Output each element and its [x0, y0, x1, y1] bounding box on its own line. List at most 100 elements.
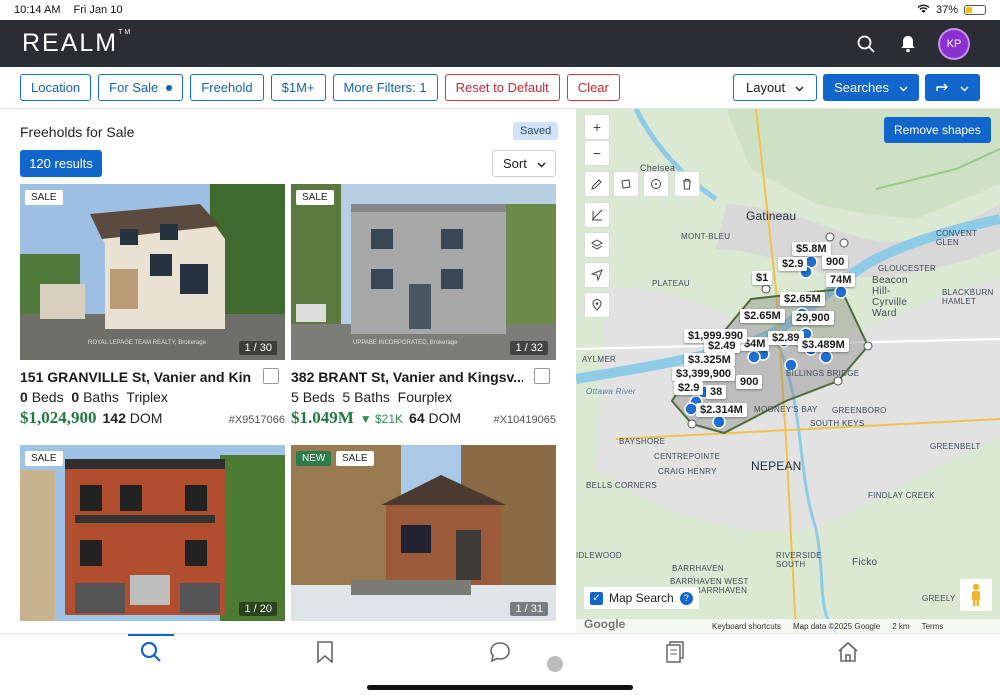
- map-price-pin[interactable]: $5.8M: [792, 242, 831, 256]
- tab-search[interactable]: [139, 641, 163, 668]
- tab-saved[interactable]: [313, 640, 337, 668]
- listing-card[interactable]: SALE UPPABE INCORPORATED, Brokerage 1 / …: [291, 184, 556, 428]
- filter-for-sale[interactable]: For Sale: [98, 74, 184, 101]
- keyboard-shortcuts-link[interactable]: Keyboard shortcuts: [712, 622, 781, 631]
- clear-button[interactable]: Clear: [566, 74, 620, 101]
- sort-dropdown[interactable]: Sort: [492, 150, 556, 177]
- search-icon[interactable]: [856, 34, 876, 54]
- street-view-pegman-icon[interactable]: [960, 579, 992, 611]
- listing-specs: 5 Beds 5 Baths Fourplex: [291, 389, 556, 405]
- listing-photo[interactable]: NEW SALE 1 / 31: [291, 445, 556, 621]
- search-icon: [140, 641, 162, 668]
- place-plateau: PLATEAU: [652, 279, 690, 288]
- bottom-tab-bar: [0, 633, 1000, 695]
- listing-photo[interactable]: SALE 1 / 20: [20, 445, 285, 621]
- map-price-pin[interactable]: $3,399,900: [672, 367, 736, 381]
- reset-button[interactable]: Reset to Default: [444, 74, 560, 101]
- sale-tag: SALE: [25, 190, 63, 205]
- select-checkbox[interactable]: [263, 368, 279, 384]
- place-gloucester: GLOUCESTER: [878, 264, 937, 273]
- place-gatineau: Gatineau: [746, 209, 797, 223]
- zoom-in-button[interactable]: +: [584, 114, 610, 140]
- map-price-pin[interactable]: $2.9: [778, 257, 808, 271]
- filter-price[interactable]: $1M+: [270, 74, 326, 101]
- filter-price-label: $1M+: [281, 80, 315, 95]
- avatar[interactable]: KP: [940, 29, 968, 58]
- listing-photo[interactable]: SALE UPPABE INCORPORATED, Brokerage 1 / …: [291, 184, 556, 360]
- listing-photo[interactable]: SALE ROYAL LEPAGE TEAM REALTY, Brokerage…: [20, 184, 285, 360]
- map-price-pin[interactable]: $2.9: [674, 381, 704, 395]
- help-icon[interactable]: ?: [679, 591, 693, 605]
- navigation-arrow-icon[interactable]: [584, 262, 610, 288]
- trash-icon[interactable]: [674, 171, 700, 197]
- filter-location[interactable]: Location: [20, 74, 92, 101]
- bell-icon[interactable]: [898, 34, 918, 54]
- place-convent-glen: CONVENT GLEN: [936, 229, 978, 247]
- zoom-out-button[interactable]: −: [584, 140, 610, 166]
- terms-link[interactable]: Terms: [922, 622, 944, 631]
- map-price-pin[interactable]: 900: [736, 375, 763, 389]
- map-price-pin[interactable]: $2.65M: [740, 309, 785, 323]
- dom-label: DOM: [129, 410, 163, 426]
- layout-label: Layout: [746, 80, 786, 95]
- layout-dropdown[interactable]: Layout: [733, 74, 818, 101]
- map-price-pin[interactable]: $2.49: [704, 339, 740, 353]
- bookmark-icon: [316, 640, 334, 668]
- tab-home[interactable]: [836, 641, 860, 666]
- results-button[interactable]: 120 results: [20, 150, 102, 177]
- assistive-touch-dot[interactable]: [547, 656, 563, 672]
- searches-dropdown[interactable]: Searches: [823, 74, 919, 101]
- map-price-pin[interactable]: $3.489M: [798, 338, 849, 352]
- listing-address[interactable]: 151 GRANVILLE St, Vanier and Kin...: [20, 369, 252, 385]
- polygon-icon[interactable]: [613, 171, 639, 197]
- map-data-credit: Map data ©2025 Google: [792, 621, 881, 631]
- filter-more-label: More Filters: 1: [343, 80, 427, 95]
- measure-icon[interactable]: [584, 202, 610, 228]
- realm-logo[interactable]: REALMTM: [22, 29, 132, 58]
- listing-card[interactable]: SALE 1 / 20: [20, 445, 285, 621]
- remove-shapes-button[interactable]: Remove shapes: [884, 117, 991, 143]
- map-search-toggle[interactable]: ✓ Map Search ?: [584, 587, 699, 609]
- house-photo-image: [20, 445, 285, 621]
- checkbox-checked-icon[interactable]: ✓: [590, 591, 603, 605]
- place-bells-corners: BELLS CORNERS: [586, 481, 658, 490]
- place-nepean: NEPEAN: [751, 459, 802, 473]
- filter-freehold[interactable]: Freehold: [190, 74, 264, 101]
- map-panel[interactable]: Gatineau Chelsea MONT-BLEU PLATEAU AYLME…: [576, 109, 1000, 633]
- chevron-down-icon: [795, 80, 804, 95]
- draw-pencil-icon[interactable]: [584, 171, 610, 197]
- select-checkbox[interactable]: [534, 368, 550, 384]
- place-greenboro: GREENBORO: [832, 406, 887, 415]
- location-pin-icon[interactable]: [584, 292, 610, 318]
- map-search-label: Map Search: [609, 591, 674, 605]
- map-price-pin[interactable]: $1: [752, 271, 773, 285]
- filter-location-label: Location: [31, 80, 81, 95]
- map-price-pin[interactable]: $3.325M: [684, 353, 735, 367]
- layers-icon[interactable]: [584, 232, 610, 258]
- map-price-pin[interactable]: 38: [706, 385, 727, 399]
- place-blackburn: BLACKBURN HAMLET: [942, 288, 994, 306]
- photo-counter: 1 / 32: [510, 341, 548, 355]
- circle-tool-icon[interactable]: [643, 171, 669, 197]
- tab-messages[interactable]: [488, 641, 512, 666]
- map-price-pin[interactable]: $2.65M: [780, 292, 825, 306]
- map-price-pin[interactable]: 74M: [826, 273, 856, 287]
- tab-documents[interactable]: [663, 640, 687, 666]
- map-price-pin[interactable]: 900: [822, 255, 849, 269]
- sort-label: Sort: [503, 156, 527, 171]
- map-price-pin[interactable]: 29,900: [792, 311, 834, 325]
- map-price-pin[interactable]: $2.314M: [696, 403, 747, 417]
- beds-label: Beds: [31, 389, 64, 405]
- share-arrow-icon: [936, 80, 950, 95]
- listing-card[interactable]: NEW SALE 1 / 31: [291, 445, 556, 621]
- home-indicator[interactable]: [367, 685, 633, 690]
- page-title: Freeholds for Sale: [20, 124, 135, 140]
- share-dropdown[interactable]: [925, 74, 980, 101]
- reset-label: Reset to Default: [455, 80, 549, 95]
- filter-more[interactable]: More Filters: 1: [332, 74, 438, 101]
- wifi-icon: [917, 4, 930, 17]
- beds-count: 5: [291, 389, 299, 405]
- place-mont-bleu: MONT-BLEU: [681, 232, 731, 241]
- listing-address[interactable]: 382 BRANT St, Vanier and Kingsv...: [291, 369, 523, 385]
- listing-card[interactable]: SALE ROYAL LEPAGE TEAM REALTY, Brokerage…: [20, 184, 285, 428]
